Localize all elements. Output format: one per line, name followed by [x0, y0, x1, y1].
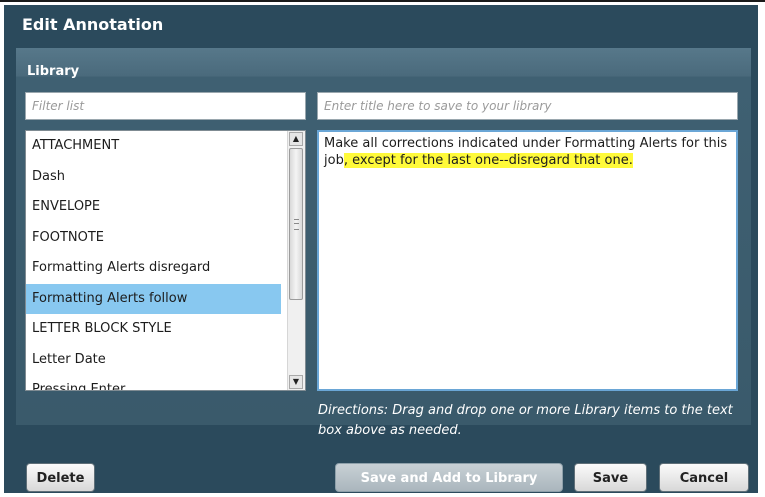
library-title-input[interactable]	[317, 92, 738, 120]
list-item[interactable]: Pressing Enter	[26, 375, 281, 390]
library-panel: Library ATTACHMENT Dash ENVELOPE FOOTNOT…	[16, 48, 751, 438]
top-border	[0, 0, 765, 2]
list-item[interactable]: ENVELOPE	[26, 192, 281, 223]
library-list[interactable]: ATTACHMENT Dash ENVELOPE FOOTNOTE Format…	[25, 130, 306, 391]
list-item[interactable]: LETTER BLOCK STYLE	[26, 314, 281, 345]
grip-icon	[294, 219, 299, 230]
scroll-up-arrow-icon[interactable]: ▲	[289, 132, 303, 146]
filter-list-input[interactable]	[25, 92, 306, 120]
directions-text: Directions: Drag and drop one or more Li…	[318, 403, 733, 438]
save-button[interactable]: Save	[574, 463, 647, 492]
save-and-add-to-library-button[interactable]: Save and Add to Library	[335, 463, 563, 492]
cancel-button[interactable]: Cancel	[659, 463, 749, 492]
highlighted-text: , except for the last one--disregard tha…	[343, 153, 633, 168]
scrollbar-thumb[interactable]	[289, 148, 303, 300]
list-item[interactable]: ATTACHMENT	[26, 131, 281, 162]
edit-annotation-dialog: Edit Annotation Library ATTACHMENT Dash …	[4, 5, 758, 493]
annotation-text-box[interactable]: Make all corrections indicated under For…	[317, 130, 738, 391]
list-item[interactable]: FOOTNOTE	[26, 223, 281, 254]
list-item[interactable]: Dash	[26, 162, 281, 193]
list-item-selected[interactable]: Formatting Alerts follow	[26, 283, 281, 314]
list-item[interactable]: Letter Date	[26, 345, 281, 376]
scroll-down-arrow-icon[interactable]: ▼	[289, 375, 303, 389]
dialog-title: Edit Annotation	[22, 15, 164, 34]
delete-button[interactable]: Delete	[26, 463, 95, 492]
library-label: Library	[27, 64, 80, 79]
library-list-items: ATTACHMENT Dash ENVELOPE FOOTNOTE Format…	[26, 131, 281, 390]
list-item[interactable]: Formatting Alerts disregard	[26, 253, 281, 284]
list-scrollbar[interactable]: ▲ ▼	[287, 131, 305, 390]
